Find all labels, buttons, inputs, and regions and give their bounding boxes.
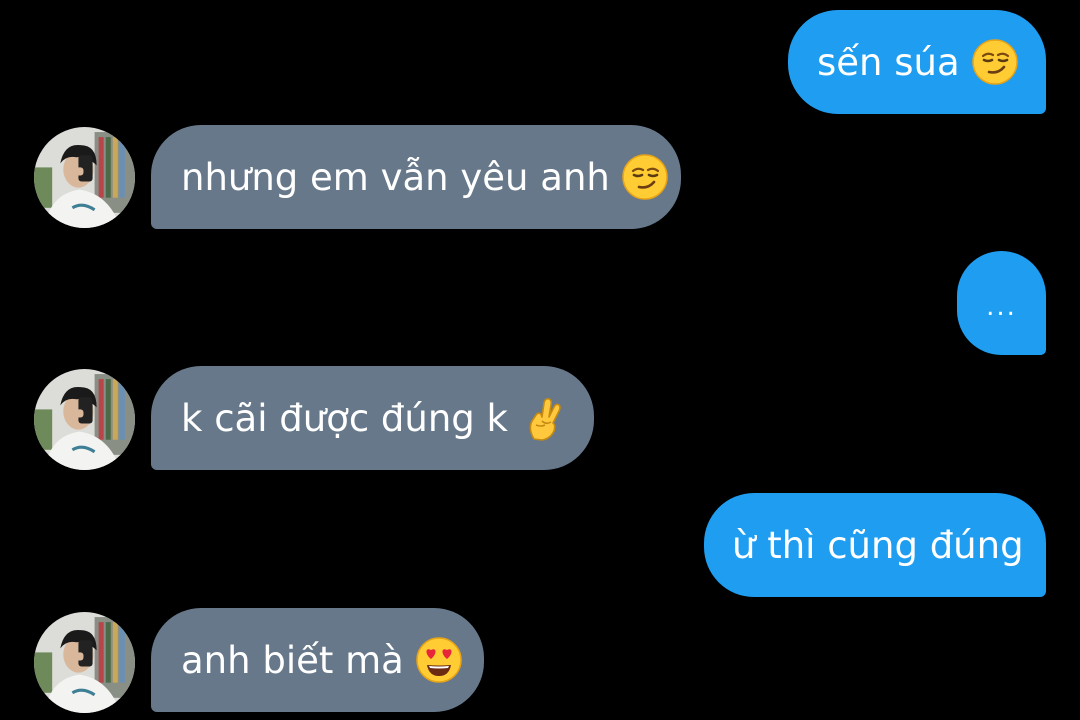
message-bubble-incoming[interactable]: k cãi được đúng k [151,366,594,470]
contact-avatar[interactable] [34,369,135,470]
message-text: nhưng em vẫn yêu anh [181,155,610,199]
message-bubble-outgoing[interactable]: sến súa [788,10,1046,114]
message-bubble-outgoing[interactable]: ... [957,251,1046,355]
message-bubble-outgoing[interactable]: ừ thì cũng đúng [704,493,1046,597]
message-text: anh biết mà [181,638,404,682]
smirking-face-emoji-icon [971,39,1018,85]
message-text: k cãi được đúng k [181,396,508,440]
message-bubble-incoming[interactable]: anh biết mà [151,608,484,712]
message-text: sến súa [817,40,960,84]
message-text: ... [986,292,1017,322]
message-bubble-incoming[interactable]: nhưng em vẫn yêu anh [151,125,681,229]
heart-eyes-emoji-icon [416,637,462,683]
message-text: ừ thì cũng đúng [732,523,1024,567]
smirking-face-emoji-icon [622,154,668,200]
contact-avatar[interactable] [34,127,135,228]
crossed-fingers-emoji-icon [520,395,566,441]
contact-avatar[interactable] [34,612,135,713]
